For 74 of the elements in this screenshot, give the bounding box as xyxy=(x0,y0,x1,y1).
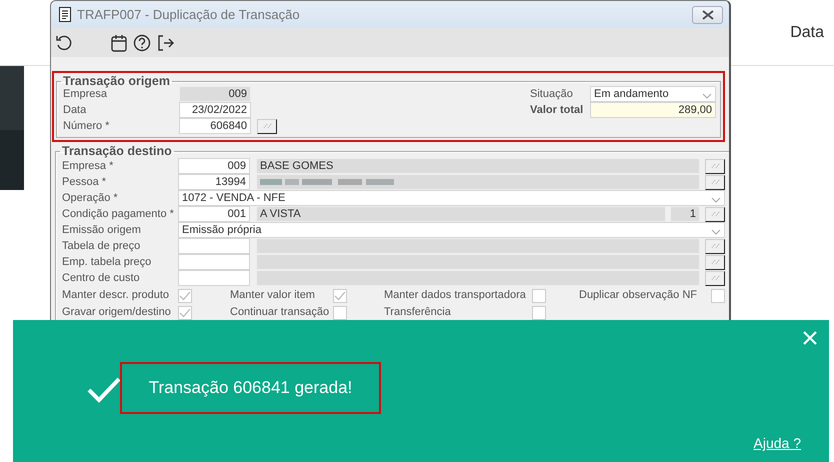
group-title: Transação origem xyxy=(62,74,171,88)
window-title: TRAFP007 - Duplicação de Transação xyxy=(77,7,301,22)
field-label: Pessoa * xyxy=(62,176,108,188)
input-field[interactable] xyxy=(178,270,250,286)
field-label: Tabela de preço xyxy=(62,240,142,252)
exit-icon[interactable] xyxy=(157,34,175,52)
column-header: Data xyxy=(790,24,824,42)
input-field[interactable]: 23/02/2022 xyxy=(179,102,251,118)
dotted-icon xyxy=(710,259,720,265)
field-label: Emissão origem xyxy=(62,224,142,236)
input-field[interactable]: 606840 xyxy=(179,118,251,134)
checkbox[interactable] xyxy=(711,288,725,302)
lookup-button[interactable] xyxy=(705,174,725,190)
help-icon[interactable] xyxy=(133,34,151,52)
checkbox[interactable] xyxy=(532,288,546,302)
status-dropdown[interactable]: Em andamento xyxy=(590,86,716,102)
document-icon xyxy=(59,7,71,22)
input-field[interactable]: 13994 xyxy=(178,174,250,190)
checkbox[interactable] xyxy=(532,306,546,320)
field-label: Data xyxy=(63,104,88,116)
lookup-button[interactable] xyxy=(705,254,725,270)
dotted-icon xyxy=(710,243,720,249)
field-label: Condição pagamento * xyxy=(62,208,175,220)
checkmark-icon xyxy=(87,377,121,403)
chevron-down-icon xyxy=(711,196,721,202)
chevron-down-icon xyxy=(702,92,712,98)
description-field: BASE GOMES xyxy=(256,158,700,174)
field-label: Situação xyxy=(530,88,574,100)
dotted-icon xyxy=(262,123,272,129)
checkbox[interactable] xyxy=(333,288,347,302)
lookup-button[interactable] xyxy=(705,206,725,222)
field-label: Empresa xyxy=(63,88,108,100)
close-icon xyxy=(700,10,714,20)
option-label: Manter valor item xyxy=(230,288,316,303)
dotted-icon xyxy=(710,275,720,281)
calendar-icon[interactable] xyxy=(111,34,127,52)
lookup-button[interactable] xyxy=(705,238,725,254)
option-label: Gravar origem/destino xyxy=(62,305,172,320)
checkbox[interactable] xyxy=(333,306,347,320)
input-field[interactable]: 001 xyxy=(178,206,250,222)
count-field: 1 xyxy=(670,206,700,222)
field-label: Empresa * xyxy=(62,160,114,172)
success-message: Transação 606841 gerada! xyxy=(148,378,352,398)
input-field: 009 xyxy=(179,86,251,102)
dotted-icon xyxy=(710,163,720,169)
dotted-icon xyxy=(710,211,720,217)
close-icon[interactable] xyxy=(803,331,817,345)
close-button[interactable] xyxy=(692,6,723,24)
dropdown[interactable]: 1072 - VENDA - NFE xyxy=(178,190,725,206)
option-label: Continuar transação xyxy=(230,305,330,320)
total-field: 289,00 xyxy=(590,102,716,118)
option-label: Duplicar observação NF xyxy=(579,288,698,303)
description-field: A VISTA xyxy=(256,206,666,222)
option-label: Transferência xyxy=(384,305,452,320)
input-field[interactable]: 009 xyxy=(178,158,250,174)
lookup-button[interactable] xyxy=(705,270,725,286)
chevron-down-icon xyxy=(711,228,721,234)
field-label: Centro de custo xyxy=(62,272,141,284)
dotted-icon xyxy=(710,179,720,185)
input-field[interactable] xyxy=(178,254,250,270)
field-label: Número * xyxy=(63,120,110,132)
option-label: Manter descr. produto xyxy=(62,288,170,303)
checkbox[interactable] xyxy=(178,306,192,320)
lookup-button[interactable] xyxy=(257,118,277,134)
field-label: Valor total xyxy=(530,104,584,116)
group-title: Transação destino xyxy=(61,144,173,158)
checkbox[interactable] xyxy=(178,288,192,302)
option-label: Manter dados transportadora xyxy=(384,288,527,303)
field-label: Emp. tabela preço xyxy=(62,256,152,268)
field-label: Operação * xyxy=(62,192,119,204)
undo-icon[interactable] xyxy=(55,34,73,52)
input-field[interactable] xyxy=(178,238,250,254)
lookup-button[interactable] xyxy=(705,158,725,174)
dropdown[interactable]: Emissão própria xyxy=(178,222,725,238)
